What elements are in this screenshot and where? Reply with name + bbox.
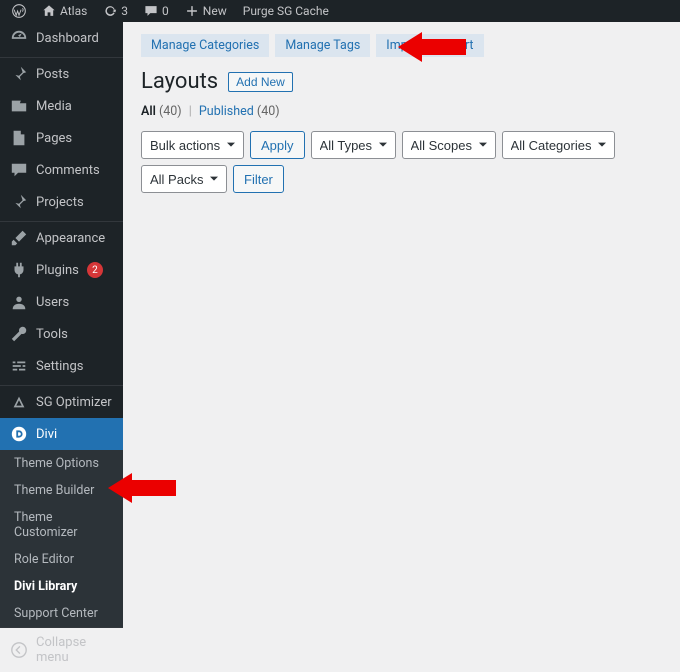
sidebar-item-divi[interactable]: Divi [0,418,123,450]
sidebar-item-dashboard[interactable]: Dashboard [0,22,123,54]
updates-icon [103,4,117,18]
sidebar-item-media[interactable]: Media [0,90,123,122]
manage-tags-button[interactable]: Manage Tags [275,34,370,57]
bulk-actions-select[interactable]: Bulk actions [141,131,244,159]
page-icon [10,129,28,147]
admin-sidebar: Dashboard Posts Media Pages Comments Pro… [0,22,123,558]
apply-button[interactable]: Apply [250,131,305,159]
filter-row: Bulk actions Apply All Types All Scopes … [141,131,662,193]
wp-logo-menu[interactable] [6,0,32,22]
sg-icon [10,393,28,411]
submenu-theme-builder[interactable]: Theme Builder [0,477,123,504]
pipe-separator: | [189,104,192,119]
pages-label: Pages [36,131,72,146]
sidebar-item-settings[interactable]: Settings [0,350,123,382]
dashboard-label: Dashboard [36,31,99,46]
comments-label: Comments [36,163,100,178]
pin-icon [10,193,28,211]
sidebar-item-appearance[interactable]: Appearance [0,222,123,254]
sidebar-item-tools[interactable]: Tools [0,318,123,350]
divi-icon [10,425,28,443]
new-label: New [203,4,227,18]
media-label: Media [36,99,72,114]
purge-cache-button[interactable]: Purge SG Cache [237,0,335,22]
main-wrap: Dashboard Posts Media Pages Comments Pro… [0,22,680,558]
updates-menu[interactable]: 3 [97,0,134,22]
plugins-label: Plugins [36,263,79,278]
categories-select[interactable]: All Categories [502,131,615,159]
site-name-menu[interactable]: Atlas [36,0,93,22]
new-content-menu[interactable]: New [179,0,233,22]
admin-toolbar: Atlas 3 0 New Purge SG Cache [0,0,680,22]
scopes-select[interactable]: All Scopes [402,131,496,159]
filter-button[interactable]: Filter [233,165,284,193]
submenu-theme-options[interactable]: Theme Options [0,450,123,477]
sidebar-item-plugins[interactable]: Plugins 2 [0,254,123,286]
brush-icon [10,229,28,247]
dashboard-icon [10,29,28,47]
packs-select[interactable]: All Packs [141,165,227,193]
comment-icon [144,4,158,18]
wrench-icon [10,325,28,343]
site-name-label: Atlas [60,4,87,18]
comments-menu[interactable]: 0 [138,0,175,22]
status-filter: All (40) | Published (40) [141,104,662,119]
add-new-button[interactable]: Add New [228,72,293,92]
plug-icon [10,261,28,279]
sidebar-item-sg-optimizer[interactable]: SG Optimizer [0,386,123,418]
collapse-label: Collapse menu [36,635,115,665]
media-icon [10,97,28,115]
comments-count: 0 [162,4,169,18]
plus-icon [185,4,199,18]
page-title: Layouts [141,69,218,94]
sidebar-item-users[interactable]: Users [0,286,123,318]
collapse-menu-button[interactable]: Collapse menu [0,627,123,672]
import-export-button[interactable]: Import & Export [376,34,483,57]
collapse-icon [10,641,28,659]
sidebar-item-posts[interactable]: Posts [0,58,123,90]
sidebar-item-projects[interactable]: Projects [0,186,123,218]
tools-label: Tools [36,327,68,342]
settings-label: Settings [36,359,83,374]
projects-label: Projects [36,195,84,210]
status-published-count: (40) [257,104,280,119]
posts-label: Posts [36,67,69,82]
pin-icon [10,65,28,83]
wordpress-logo-icon [12,4,26,18]
purge-label: Purge SG Cache [243,4,329,18]
manage-categories-button[interactable]: Manage Categories [141,34,269,57]
submenu-theme-customizer[interactable]: Theme Customizer [0,504,123,546]
submenu-support-center[interactable]: Support Center [0,600,123,627]
status-published-link[interactable]: Published [199,104,254,119]
sidebar-item-comments[interactable]: Comments [0,154,123,186]
status-all-count: (40) [159,104,182,119]
comments-icon [10,161,28,179]
page-title-row: Layouts Add New [141,69,662,94]
types-select[interactable]: All Types [311,131,396,159]
action-pills: Manage Categories Manage Tags Import & E… [141,34,662,57]
sliders-icon [10,357,28,375]
updates-count: 3 [121,4,128,18]
divi-label: Divi [36,427,57,442]
submenu-role-editor[interactable]: Role Editor [0,546,123,573]
sg-label: SG Optimizer [36,395,112,410]
users-label: Users [36,295,69,310]
user-icon [10,293,28,311]
submenu-divi-library[interactable]: Divi Library [0,573,123,600]
sidebar-item-pages[interactable]: Pages [0,122,123,154]
appearance-label: Appearance [36,231,105,246]
home-icon [42,4,56,18]
status-all-label[interactable]: All [141,104,156,119]
content-area: Manage Categories Manage Tags Import & E… [123,22,680,558]
plugins-update-badge: 2 [87,262,103,278]
